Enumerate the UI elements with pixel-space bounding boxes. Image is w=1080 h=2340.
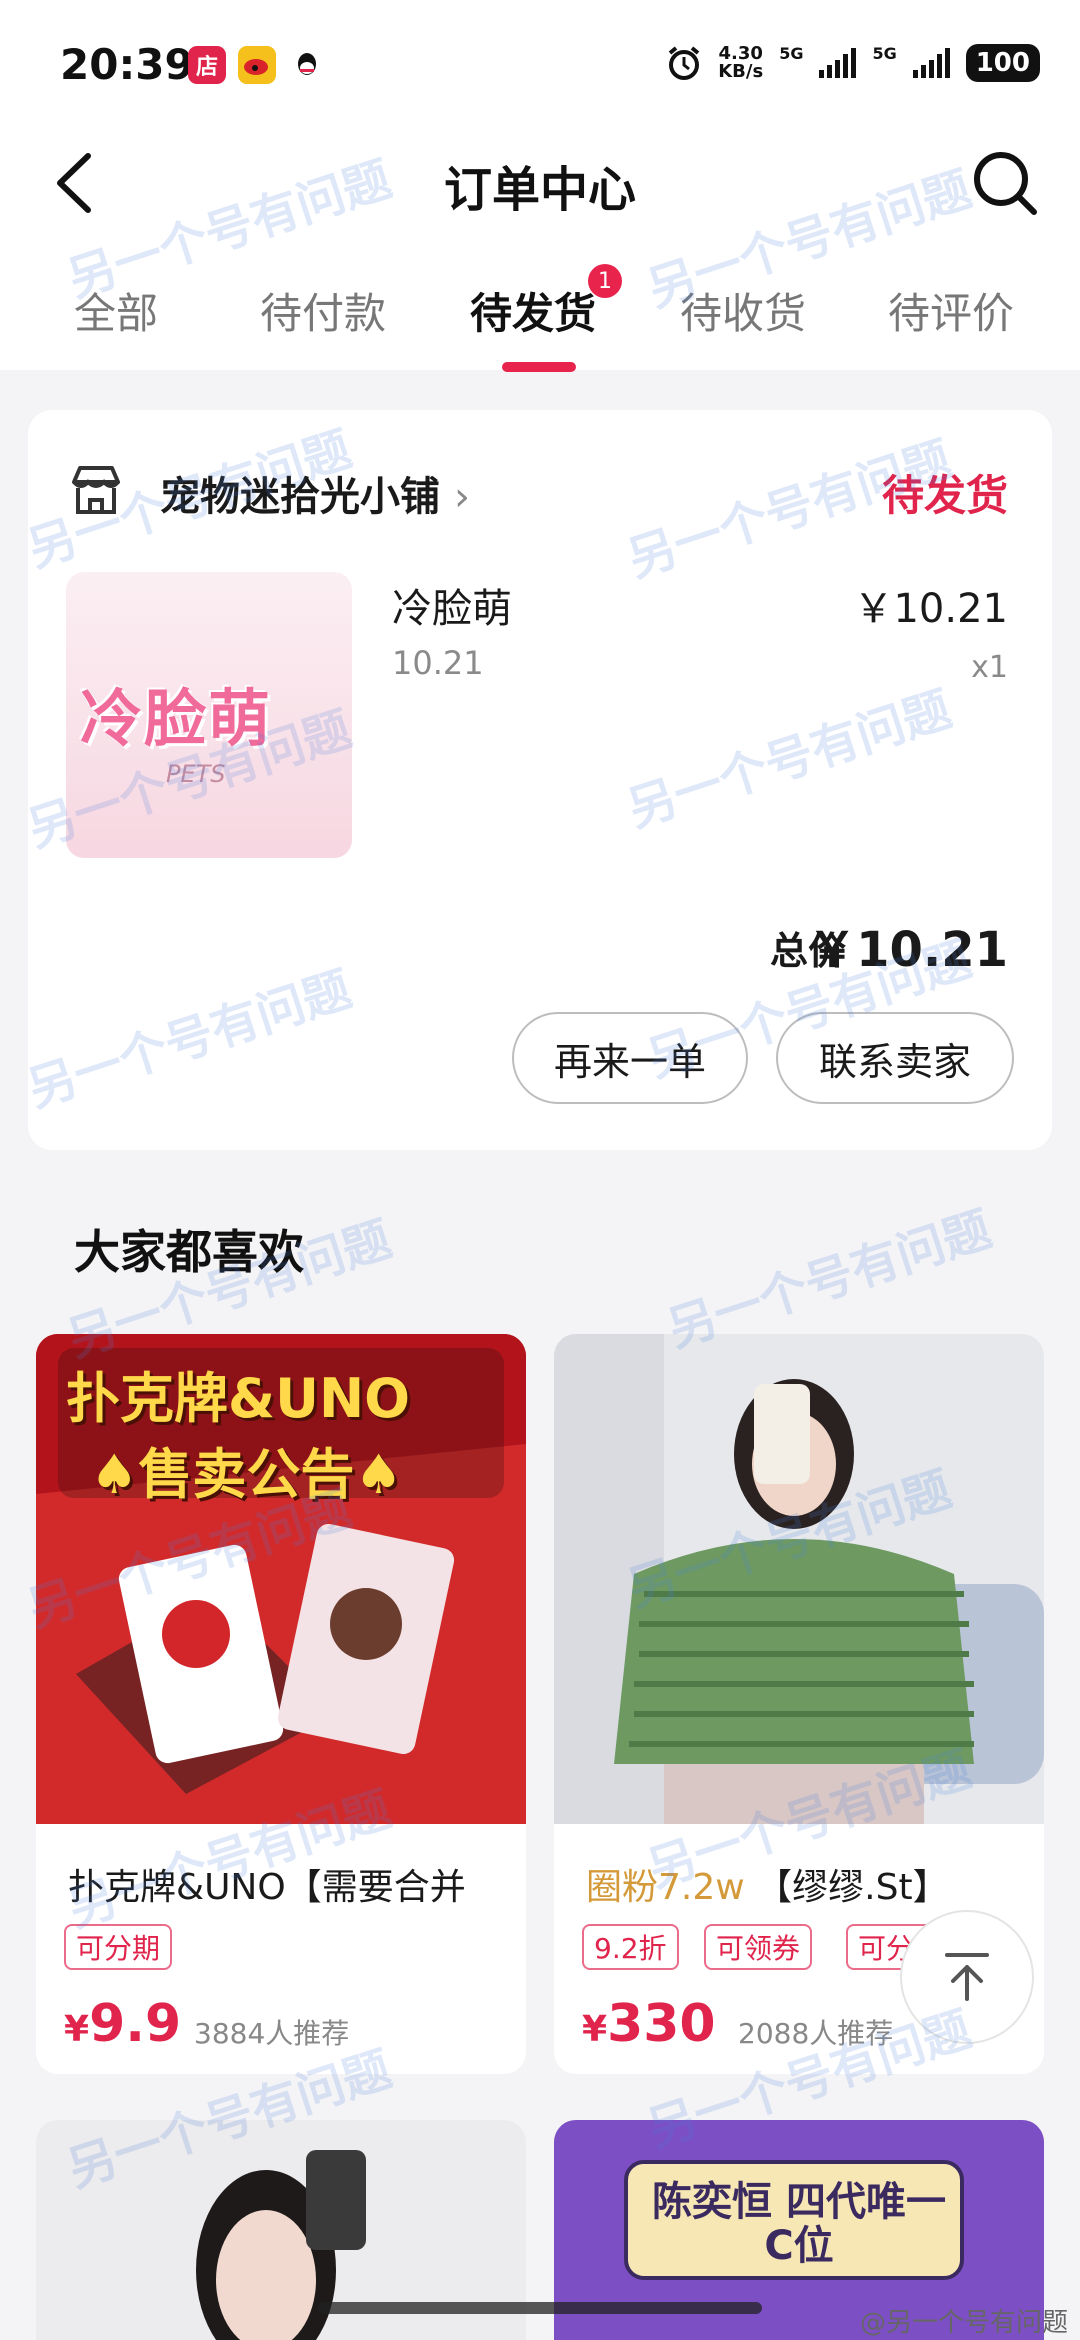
watermark-corner: @另一个号有问题 [859, 2308, 1068, 2338]
page-title: 订单中心 [443, 162, 636, 218]
product-image[interactable]: 冷脸萌 PETS [66, 572, 352, 858]
scroll-to-top-button[interactable] [900, 1910, 1034, 2044]
status-time: 20:39 [60, 40, 194, 89]
signal-icon [819, 48, 857, 78]
order-status: 待发货 [881, 471, 1008, 520]
net-speed: 4.30 KB/s [718, 43, 764, 82]
product-name[interactable]: 冷脸萌 [392, 576, 512, 634]
recommend-title: 大家都喜欢 [74, 1225, 304, 1279]
home-indicator[interactable] [318, 2302, 762, 2314]
shop-name-link[interactable]: 宠物迷拾光小铺 › [160, 464, 470, 522]
product-image-title: 冷脸萌 [80, 682, 273, 755]
product-name: 圈粉7.2w 【缪缪.St】 [586, 1867, 949, 1908]
product-spec: 10.21 [392, 644, 484, 682]
card-headline: 陈奕恒 四代唯一C位 [652, 2179, 946, 2269]
product-image: 扑克牌&UNO ♠售卖公告♠ [36, 1334, 526, 1824]
discount-tag: 9.2折 [582, 1924, 679, 1970]
coupon-tag: 可领券 [704, 1924, 813, 1970]
tab-pending-payment[interactable]: 待付款 [260, 280, 386, 341]
order-tabs: 全部 待付款 待发货 待收货 待评价 [0, 280, 1080, 370]
arrow-up-icon [945, 1953, 989, 2001]
chevron-right-icon: › [453, 474, 470, 520]
status-right: 4.30 KB/s 5G 5G 100 [666, 44, 1040, 82]
product-price: ￥10.21 [853, 586, 1008, 632]
search-icon [974, 152, 1037, 215]
tab-pending-review[interactable]: 待评价 [888, 280, 1014, 341]
network-label-1: 5G [779, 44, 804, 63]
weibo-app-icon [238, 46, 276, 84]
product-price: ¥330 [582, 1994, 716, 2054]
image-headline-1: 扑克牌&UNO [66, 1367, 411, 1430]
total-value: ￥10.21 [808, 922, 1008, 978]
shop-app-icon: 店 [188, 46, 226, 84]
product-image-subtitle: PETS [166, 760, 226, 788]
recommend-count: 2088人推荐 [738, 2017, 894, 2050]
product-price: ¥9.9 [64, 1994, 182, 2054]
tab-pending-receipt[interactable]: 待收货 [680, 280, 806, 341]
battery-indicator: 100 [965, 44, 1040, 82]
alarm-icon [668, 46, 700, 80]
qq-app-icon [288, 46, 326, 84]
search-button[interactable] [970, 148, 1040, 218]
contact-seller-button[interactable]: 联系卖家 [776, 1012, 1014, 1104]
product-name: 扑克牌&UNO【需要合并 [68, 1867, 466, 1908]
product-image [554, 1334, 1044, 1824]
tab-pending-shipment[interactable]: 待发货 [470, 280, 596, 341]
image-headline-2: ♠售卖公告♠ [90, 1443, 403, 1506]
reorder-button[interactable]: 再来一单 [512, 1012, 748, 1104]
shop-name: 宠物迷拾光小铺 [160, 474, 440, 520]
network-label-2: 5G [872, 44, 897, 63]
follower-count: 圈粉7.2w [586, 1867, 745, 1908]
product-quantity: x1 [971, 650, 1008, 685]
active-tab-indicator [502, 362, 576, 372]
shop-icon [68, 462, 124, 518]
tab-all[interactable]: 全部 [74, 280, 158, 341]
recommend-count: 3884人推荐 [194, 2017, 350, 2050]
signal-icon-2 [912, 48, 950, 78]
recommend-card[interactable]: 扑克牌&UNO ♠售卖公告♠ 扑克牌&UNO【需要合并 可分期 ¥9.9 388… [36, 1334, 526, 2074]
tab-count-badge: 1 [588, 264, 622, 298]
installment-tag: 可分期 [64, 1924, 173, 1970]
